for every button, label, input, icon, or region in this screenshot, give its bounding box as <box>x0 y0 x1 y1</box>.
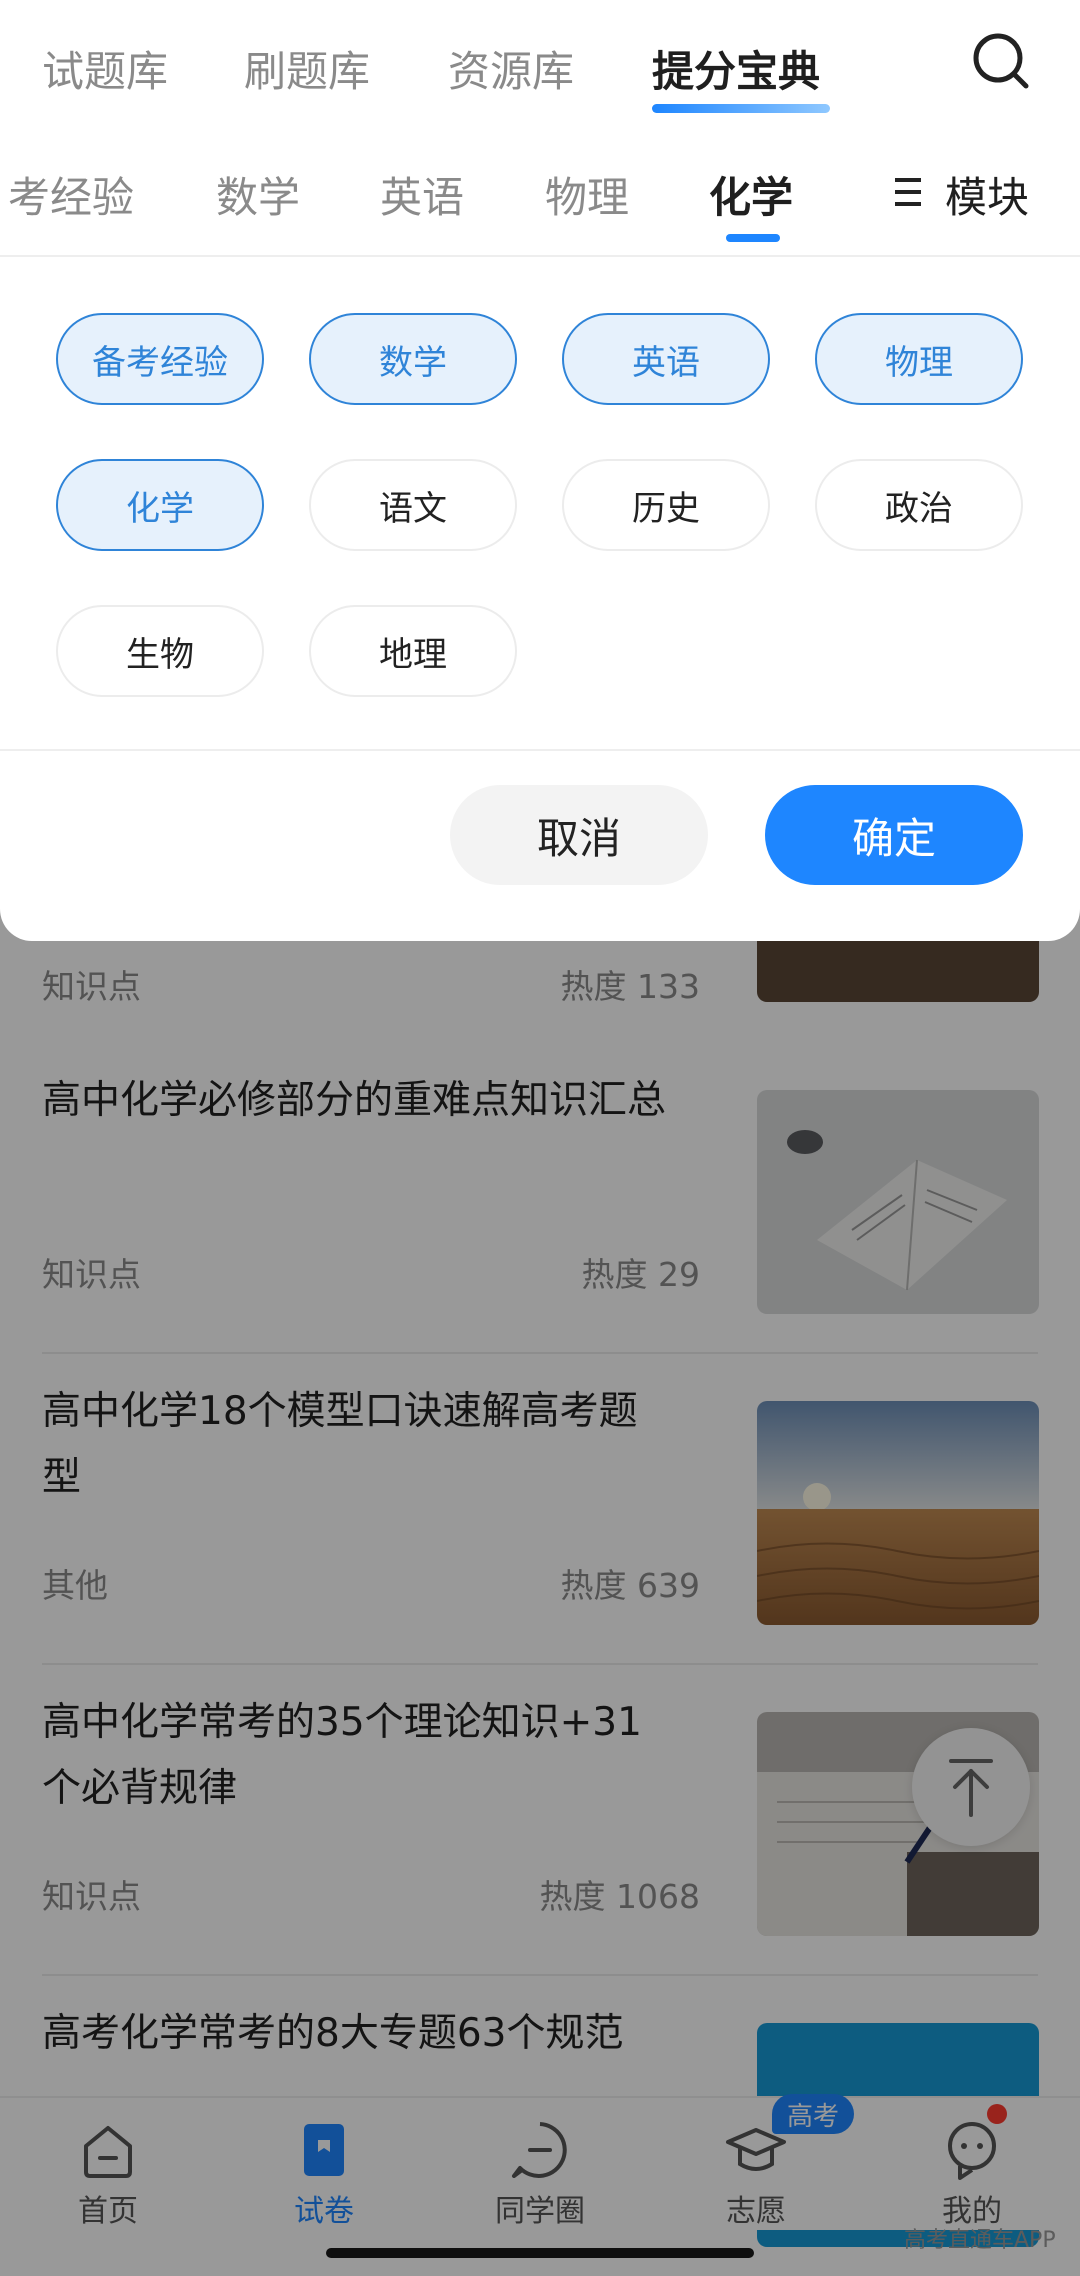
subject-tab-chemistry[interactable]: 化学 <box>709 164 793 225</box>
confirm-button[interactable]: 确定 <box>765 785 1023 885</box>
module-label: 模块 <box>945 173 1030 222</box>
chip-politics[interactable]: 政治 <box>815 459 1023 551</box>
chip-chemistry[interactable]: 化学 <box>56 459 264 551</box>
tab-resource-bank[interactable]: 资源库 <box>448 38 574 99</box>
chip-chinese[interactable]: 语文 <box>309 459 517 551</box>
top-tabs: 试题库 刷题库 资源库 提分宝典 <box>0 0 1080 130</box>
tab-score-guide[interactable]: 提分宝典 <box>652 38 820 99</box>
cancel-button[interactable]: 取消 <box>450 785 708 885</box>
active-tab-indicator <box>652 104 830 113</box>
chip-geography[interactable]: 地理 <box>309 605 517 697</box>
tab-question-bank[interactable]: 试题库 <box>42 38 168 99</box>
chip-exam-experience[interactable]: 备考经验 <box>56 313 264 405</box>
chip-history[interactable]: 历史 <box>562 459 770 551</box>
subject-tab-physics[interactable]: 物理 <box>545 164 629 225</box>
panel-divider <box>0 749 1080 751</box>
module-button[interactable]: 模块 <box>895 164 1029 225</box>
chip-biology[interactable]: 生物 <box>56 605 264 697</box>
subject-tabs: 考经验 数学 英语 物理 化学 模块 <box>0 130 1080 257</box>
chip-physics[interactable]: 物理 <box>815 313 1023 405</box>
subject-tab-experience[interactable]: 考经验 <box>8 164 134 225</box>
subject-filter-panel: 备考经验 数学 英语 物理 化学 语文 历史 政治 生物 地理 取消 确定 <box>0 257 1080 941</box>
tab-practice-bank[interactable]: 刷题库 <box>244 38 370 99</box>
search-button[interactable] <box>970 30 1034 94</box>
search-icon <box>973 33 1029 89</box>
subject-tab-english[interactable]: 英语 <box>380 164 464 225</box>
menu-icon <box>895 178 921 206</box>
header: 试题库 刷题库 资源库 提分宝典 考经验 数学 英语 物理 化学 模块 <box>0 0 1080 257</box>
active-subject-indicator <box>726 234 780 242</box>
chip-english[interactable]: 英语 <box>562 313 770 405</box>
subject-tab-math[interactable]: 数学 <box>216 164 300 225</box>
chip-math[interactable]: 数学 <box>309 313 517 405</box>
